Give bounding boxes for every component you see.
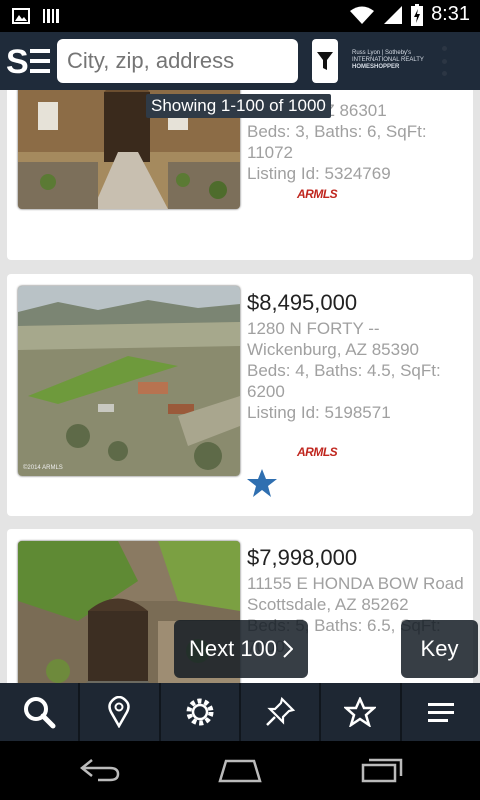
wifi-icon [350,6,375,24]
filter-button[interactable] [312,39,338,83]
recent-apps-button[interactable] [358,753,406,787]
listing-id: Listing Id: 5324769 [247,164,391,183]
image-notification-icon [12,8,30,24]
brand-line3: HOMESHOPPER [352,64,400,70]
pushpin-icon [266,696,296,726]
listing-price: $7,998,000 [247,545,358,570]
favorite-star-icon[interactable] [246,468,278,498]
system-nav-bar [0,741,480,800]
svg-text:S: S [6,43,29,80]
mls-logo: ARMLS [297,187,338,201]
filter-funnel-icon [317,52,333,70]
bottom-toolbar [0,683,480,741]
app-bar: S Russ Lyon | Sotheby's INTERNATIONAL RE… [0,32,480,90]
listing-address-line1: 1280 N FORTY -- [247,319,380,338]
chevron-right-icon [283,640,294,658]
signal-icon [384,5,403,24]
listing-specs: Beds: 4, Baths: 4.5, SqFt: 6200 [247,361,441,401]
map-button[interactable] [80,683,161,741]
listing-list[interactable]: AZ 86301 Beds: 3, Baths: 6, SqFt: 11072 … [0,90,480,683]
star-icon [344,697,377,727]
listing-address-line2: Wickenburg, AZ 85390 [247,340,419,359]
key-label: Key [420,636,459,661]
mls-logo: ARMLS [297,445,338,459]
brand-line1: Russ Lyon | Sotheby's [352,50,412,56]
barcode-notification-icon [43,9,59,23]
next-page-button[interactable]: Next 100 [174,620,308,678]
listing-photo[interactable]: ©2014 ARMLS [18,286,240,476]
listing-price: $8,495,000 [247,290,358,315]
home-button[interactable] [216,753,264,787]
status-time: 8:31 [431,3,470,25]
pin-button[interactable] [241,683,322,741]
search-input[interactable] [57,39,298,83]
listing-info: $8,495,000 1280 N FORTY -- Wickenburg, A… [247,288,467,423]
status-bar: 8:31 [0,0,480,32]
recent-apps-icon [361,758,403,783]
favorites-button[interactable] [321,683,402,741]
brand-line2: INTERNATIONAL REALTY [352,57,424,63]
svg-text:©2014 ARMLS: ©2014 ARMLS [23,464,63,471]
listing-address-line1: 11155 E HONDA BOW Road [247,574,464,593]
settings-gear-icon [186,698,214,726]
brand-logo: Russ Lyon | Sotheby's INTERNATIONAL REAL… [352,50,438,72]
app-logo[interactable]: S [6,42,52,81]
listing-address-line2: Scottsdale, AZ 85262 [247,595,409,614]
listing-id: Listing Id: 5198571 [247,403,391,422]
home-icon [218,759,262,783]
search-button[interactable] [0,683,81,741]
next-page-label: Next 100 [188,636,278,661]
battery-icon [411,3,424,26]
map-pin-icon [108,696,131,728]
search-icon [24,697,56,729]
results-count-badge: Showing 1-100 of 1000 [146,94,331,118]
listing-specs: Beds: 3, Baths: 6, SqFt: 11072 [247,122,427,162]
menu-icon [427,703,454,722]
overflow-menu-icon[interactable] [440,46,448,76]
settings-button[interactable] [161,683,241,741]
menu-button[interactable] [402,683,480,741]
back-arrow-icon [79,759,120,782]
back-button[interactable] [76,753,124,787]
listing-card[interactable]: ©2014 ARMLS $8,495,000 1280 N FORTY -- W… [7,274,473,516]
key-button[interactable]: Key [401,620,478,678]
